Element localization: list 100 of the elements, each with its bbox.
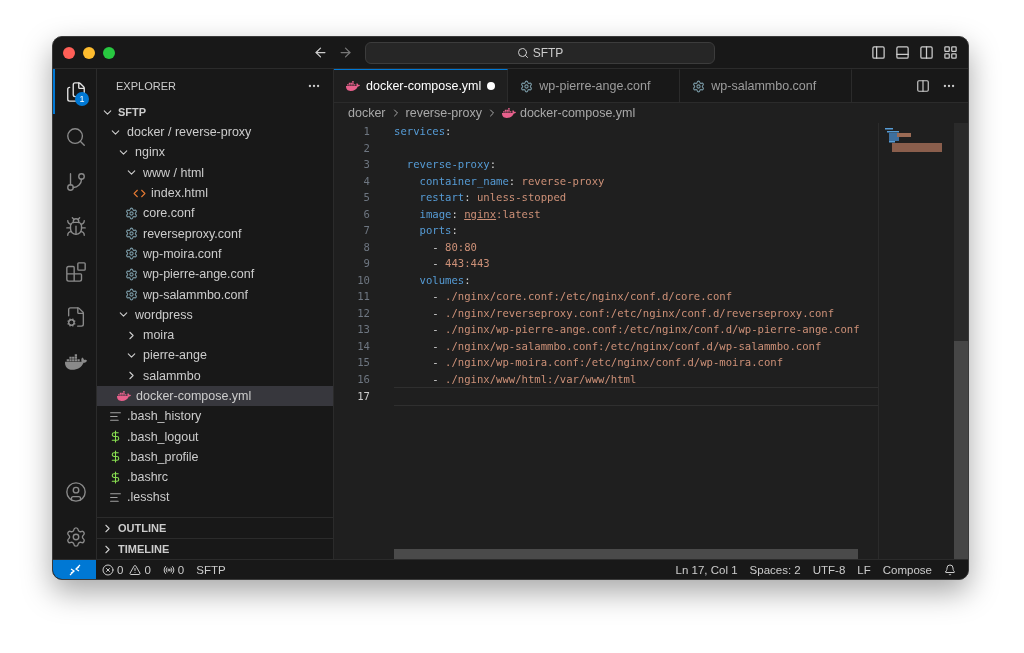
panel-left-icon[interactable] [871,45,886,60]
code-line: reverse-proxy: [405,158,497,171]
code-line: - ./nginx/reverseproxy.conf:/etc/nginx/conf.d/reverseproxy.conf [431,306,835,319]
tree-label: wordpress [135,307,193,322]
breadcrumb[interactable]: docker [348,106,386,120]
tree-label: nginx [135,145,165,160]
error-icon [102,563,114,576]
status-item[interactable]: Ln 17, Col 1 [669,563,744,576]
tree-label: .bash_logout [127,429,199,444]
gear-icon [520,79,534,93]
tree-item[interactable]: .bash_history [97,406,333,427]
section-header[interactable]: OUTLINE [97,517,333,538]
line-number: 8 [362,240,370,253]
forward-icon[interactable] [338,45,353,60]
tree-item[interactable]: .bash_logout [97,426,333,447]
line-number: 2 [362,141,370,154]
gear-icon [125,288,138,301]
tree-item[interactable]: index.html [97,182,333,204]
code-line: - ./nginx/core.conf:/etc/nginx/conf.d/core.conf [431,290,733,303]
scrollbar-thumb[interactable] [954,341,968,559]
bug-icon [64,215,87,238]
minimize-button[interactable] [83,46,95,59]
split-editor-icon[interactable] [916,78,930,93]
tree-item[interactable]: www / html [97,162,333,183]
status-item[interactable]: UTF-8 [806,563,852,576]
tree-item[interactable]: wordpress [97,304,333,325]
tree-label: reverseproxy.conf [143,226,242,241]
horizontal-scrollbar[interactable] [394,549,858,559]
line-number: 13 [356,323,370,336]
tree-item[interactable]: nginx [97,142,333,163]
code-line: container_name: reverse-proxy [418,174,605,187]
tree-item[interactable]: reverseproxy.conf [97,223,333,244]
code-line: ports: [418,224,458,237]
line-number: 16 [356,372,370,385]
code-line: - ./nginx/wp-pierre-ange.conf:/etc/nginx/conf.d/wp-pierre-ange.conf [431,323,860,336]
code-line: image: nginx:latest [418,207,541,220]
tree-label: .bash_history [127,409,202,424]
tree-item[interactable]: salammbo [97,365,333,386]
tree-label: docker-compose.yml [136,389,252,403]
columns-icon[interactable] [919,45,934,60]
ports-status[interactable]: 0 [156,563,191,576]
tree-item[interactable]: .bash_profile [97,446,333,468]
tree-item[interactable]: pierre-ange [97,345,333,366]
tree-label: salammbo [143,368,201,383]
status-item[interactable]: Spaces: 2 [743,563,807,576]
status-item[interactable]: Compose [876,563,938,576]
tree-item[interactable]: core.conf [97,203,333,224]
breadcrumb[interactable]: reverse-proxy [405,106,482,120]
line-number: 15 [356,356,370,369]
section-header[interactable]: SFTP [97,102,333,122]
panel-bottom-icon[interactable] [895,45,910,60]
tree-item[interactable]: wp-pierre-ange.conf [97,264,333,285]
warnings-status[interactable]: 0 [123,563,157,576]
status-item[interactable]: LF [851,563,877,576]
zoom-button[interactable] [103,46,115,59]
tree-label: wp-pierre-ange.conf [143,267,255,282]
tree-label: index.html [151,186,208,201]
code-line: - ./nginx/wp-moira.conf:/etc/nginx/conf.d/wp-moira.conf [431,356,784,369]
code-line: - ./nginx/wp-salammbo.conf:/etc/nginx/conf.d/wp-salammbo.conf [431,339,822,352]
branch-icon [64,170,87,193]
status-item[interactable]: SFTP [190,563,232,576]
code-line: - ./nginx/www/html:/var/www/html [431,372,637,385]
remote-icon [68,563,81,576]
line-number: 1 [362,125,370,138]
tree-item[interactable]: .bashrc [97,467,333,488]
editor-tab[interactable]: docker-compose.yml [334,69,509,102]
code-line: - 80:80 [431,240,477,253]
command-center[interactable]: SFTP [365,41,715,64]
tree-label: www / html [143,165,205,180]
dollar-icon [109,470,122,484]
layout-icon[interactable] [943,45,958,60]
code-line: restart: unless-stopped [418,191,567,204]
lines-icon [109,409,122,423]
close-button[interactable] [63,46,75,59]
code-line: volumes: [418,273,471,286]
tree-label: .lesshst [127,490,170,505]
gear-icon [125,206,138,220]
tree-label: .bashrc [127,470,168,485]
tree-label: docker / reverse-proxy [127,125,252,140]
remote-button[interactable] [53,560,96,579]
count-badge: 1 [75,92,89,106]
tree-item[interactable]: wp-moira.conf [97,243,333,265]
files-icon [64,80,87,103]
gear-icon [125,227,138,241]
line-number: 14 [356,339,370,352]
back-icon[interactable] [313,45,328,60]
tree-item[interactable]: docker-compose.yml [97,385,333,407]
tree-item[interactable]: docker / reverse-proxy [97,122,333,143]
errors-status[interactable]: 0 [96,563,124,576]
whale-icon [501,106,516,120]
line-number: 5 [362,191,370,204]
blocks-icon [64,260,87,283]
tree-item[interactable]: moira [97,324,333,346]
whale-icon [117,389,131,403]
search-icon [516,46,529,59]
tree-item[interactable]: wp-salammbo.conf [97,284,333,305]
gear-icon [125,267,138,281]
line-number: 7 [362,224,370,237]
tree-item[interactable]: .lesshst [97,487,333,508]
breadcrumb[interactable]: docker-compose.yml [519,106,636,120]
